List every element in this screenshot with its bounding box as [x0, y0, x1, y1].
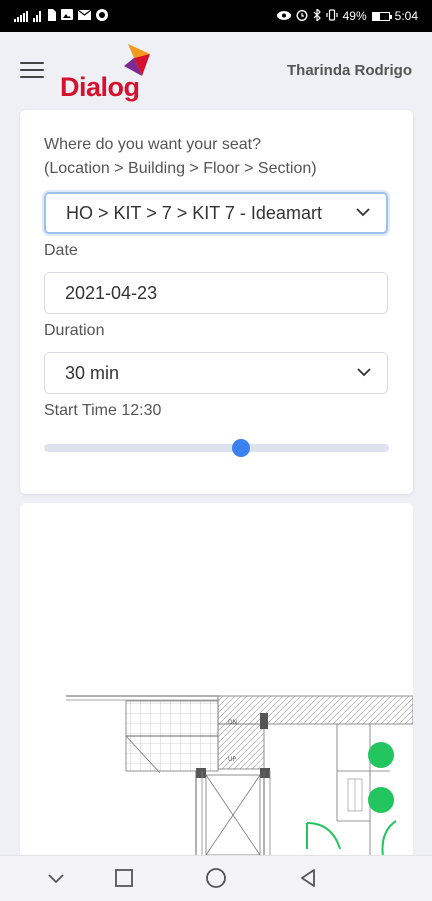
- app-notification-icon: [96, 8, 108, 24]
- dialog-logo: Dialog: [60, 42, 160, 106]
- recent-apps-icon[interactable]: [112, 866, 136, 890]
- home-icon[interactable]: [204, 866, 228, 890]
- system-nav-bar: [0, 855, 432, 901]
- status-bar: 49% 5:04: [0, 0, 432, 32]
- seat-available[interactable]: [368, 787, 394, 813]
- logo-text: Dialog: [60, 72, 140, 102]
- battery-percent: 49%: [342, 9, 367, 23]
- menu-icon[interactable]: [20, 62, 44, 80]
- sim-icon: [46, 8, 56, 24]
- app-header: Dialog Tharinda Rodrigo: [0, 32, 432, 110]
- room-label-up: UP: [228, 756, 236, 763]
- clock: 5:04: [394, 9, 418, 23]
- duration-label: Duration: [44, 322, 105, 339]
- location-select-value: HO > KIT > 7 > KIT 7 - Ideamart: [66, 202, 322, 223]
- mail-icon: [77, 9, 92, 23]
- signal-icon: [14, 10, 28, 22]
- floor-plan: DN UP: [20, 503, 413, 863]
- bluetooth-icon: [313, 7, 321, 24]
- alarm-icon: [296, 9, 308, 24]
- wifi-signal-icon: [33, 10, 41, 22]
- floor-plan-drawing: DN UP: [66, 695, 413, 863]
- duration-select-value: 30 min: [65, 362, 120, 383]
- battery-icon: [371, 11, 392, 21]
- location-select[interactable]: HO > KIT > 7 > KIT 7 - Ideamart: [44, 192, 388, 234]
- back-icon[interactable]: [296, 866, 320, 890]
- seat-available[interactable]: [368, 742, 394, 768]
- user-name[interactable]: Tharinda Rodrigo: [287, 62, 412, 79]
- room-label-dn: DN: [228, 719, 237, 726]
- slider-handle[interactable]: [231, 439, 250, 457]
- status-left: [14, 8, 108, 24]
- date-field-value: 2021-04-23: [65, 282, 158, 303]
- date-label: Date: [44, 242, 78, 259]
- chevron-down-icon: [356, 208, 370, 217]
- eye-icon: [276, 9, 291, 23]
- vibrate-icon: [326, 8, 338, 24]
- start-time-slider[interactable]: [44, 439, 389, 457]
- duration-select[interactable]: 30 min: [44, 352, 388, 394]
- chevron-down-icon: [357, 368, 371, 377]
- chevron-down-icon[interactable]: [44, 866, 68, 890]
- seat-question-hint: (Location > Building > Floor > Section): [44, 160, 317, 177]
- start-time-label: Start Time 12:30: [44, 402, 162, 419]
- status-right: 49% 5:04: [276, 7, 418, 24]
- booking-card: Where do you want your seat? (Location >…: [20, 110, 413, 494]
- date-field[interactable]: 2021-04-23: [44, 272, 388, 314]
- image-notification-icon: [61, 9, 73, 23]
- seat-question: Where do you want your seat?: [44, 136, 262, 153]
